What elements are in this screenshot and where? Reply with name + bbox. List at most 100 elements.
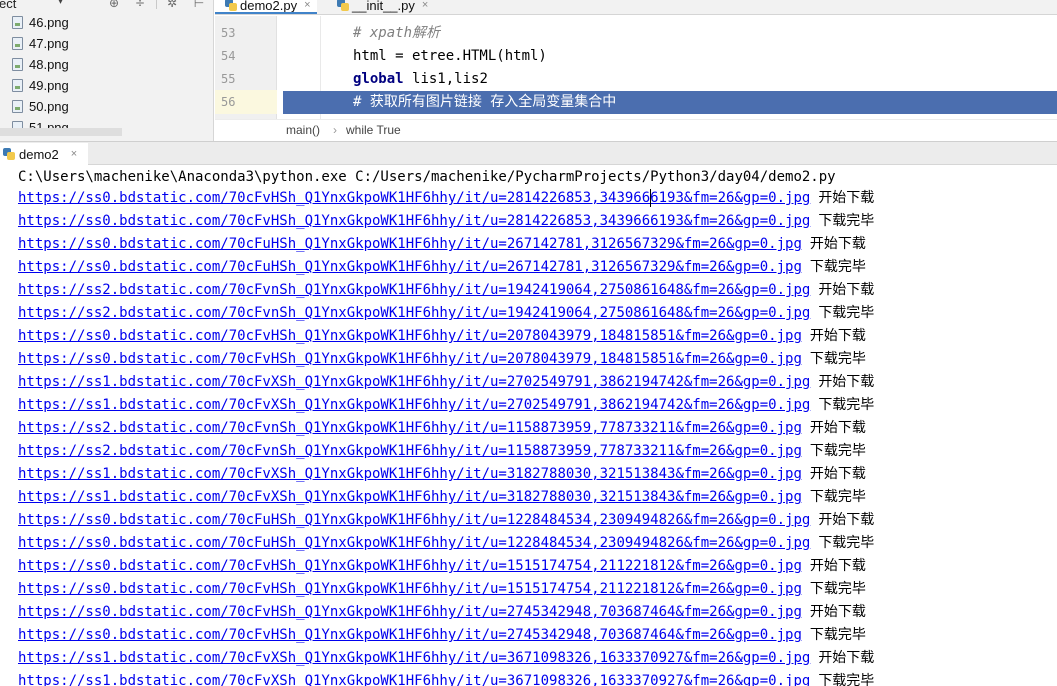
console-output-line: https://ss0.bdstatic.com/70cFvHSh_Q1YnxG… [18, 325, 866, 348]
console-output-line: https://ss1.bdstatic.com/70cFvXSh_Q1YnxG… [18, 371, 874, 394]
file-item[interactable]: 50.png [12, 96, 69, 116]
console-output-line: https://ss1.bdstatic.com/70cFvXSh_Q1YnxG… [18, 463, 866, 486]
locate-icon[interactable]: ⊕ [107, 0, 121, 10]
file-item[interactable]: 47.png [12, 33, 69, 53]
image-url-link[interactable]: https://ss0.bdstatic.com/70cFvHSh_Q1YnxG… [18, 328, 802, 344]
file-item[interactable]: 46.png [12, 12, 69, 32]
download-status: 开始下载 [818, 650, 875, 666]
download-status: 下载完毕 [809, 627, 866, 643]
image-file-icon [12, 57, 23, 71]
python-file-icon [225, 0, 237, 11]
image-url-link[interactable]: https://ss0.bdstatic.com/70cFvHSh_Q1YnxG… [18, 627, 802, 643]
file-name: 46.png [29, 14, 69, 30]
image-url-link[interactable]: https://ss2.bdstatic.com/70cFvnSh_Q1YnxG… [18, 420, 802, 436]
console-output-line: https://ss2.bdstatic.com/70cFvnSh_Q1YnxG… [18, 417, 866, 440]
line-number: 55 [221, 72, 236, 86]
image-file-icon [12, 78, 23, 92]
tab-demo2-py[interactable]: demo2.py × [215, 0, 317, 14]
image-url-link[interactable]: https://ss0.bdstatic.com/70cFuHSh_Q1YnxG… [18, 259, 802, 275]
download-status: 下载完毕 [809, 443, 866, 459]
console-output-line: https://ss2.bdstatic.com/70cFvnSh_Q1YnxG… [18, 440, 866, 463]
image-url-link[interactable]: https://ss1.bdstatic.com/70cFvXSh_Q1YnxG… [18, 650, 810, 666]
download-status: 开始下载 [809, 604, 866, 620]
file-name: 48.png [29, 56, 69, 72]
download-status: 开始下载 [809, 420, 866, 436]
image-url-link[interactable]: https://ss0.bdstatic.com/70cFvHSh_Q1YnxG… [18, 558, 802, 574]
console-output-line: https://ss2.bdstatic.com/70cFvnSh_Q1YnxG… [18, 279, 874, 302]
console-command-line: C:\Users\machenike\Anaconda3\python.exe … [18, 169, 836, 185]
image-url-link[interactable]: https://ss0.bdstatic.com/70cFuHSh_Q1YnxG… [18, 512, 810, 528]
file-item[interactable]: 49.png [12, 75, 69, 95]
console-output-line: https://ss0.bdstatic.com/70cFuHSh_Q1YnxG… [18, 256, 866, 279]
file-name: 50.png [29, 98, 69, 114]
download-status: 下载完毕 [818, 673, 875, 686]
download-status: 下载完毕 [809, 581, 866, 597]
image-url-link[interactable]: https://ss0.bdstatic.com/70cFvHSh_Q1YnxG… [18, 351, 802, 367]
console-output-line: https://ss0.bdstatic.com/70cFvHSh_Q1YnxG… [18, 187, 874, 210]
image-url-link[interactable]: https://ss2.bdstatic.com/70cFvnSh_Q1YnxG… [18, 305, 810, 321]
console-output[interactable]: C:\Users\machenike\Anaconda3\python.exe … [0, 165, 1057, 686]
image-url-link[interactable]: https://ss2.bdstatic.com/70cFvnSh_Q1YnxG… [18, 282, 810, 298]
download-status: 开始下载 [818, 282, 875, 298]
download-status: 下载完毕 [809, 351, 866, 367]
chevron-down-icon[interactable]: ▾ [58, 0, 63, 7]
console-output-line: https://ss0.bdstatic.com/70cFvHSh_Q1YnxG… [18, 348, 866, 371]
line-number: 53 [221, 26, 236, 40]
file-name: 47.png [29, 35, 69, 51]
console-output-line: https://ss0.bdstatic.com/70cFvHSh_Q1YnxG… [18, 210, 874, 233]
download-status: 下载完毕 [818, 397, 875, 413]
console-output-line: https://ss1.bdstatic.com/70cFvXSh_Q1YnxG… [18, 647, 874, 670]
image-url-link[interactable]: https://ss0.bdstatic.com/70cFuHSh_Q1YnxG… [18, 236, 802, 252]
file-name: 49.png [29, 77, 69, 93]
download-status: 开始下载 [818, 512, 875, 528]
image-url-link[interactable]: https://ss1.bdstatic.com/70cFvXSh_Q1YnxG… [18, 397, 810, 413]
python-file-icon [337, 0, 349, 11]
download-status: 开始下载 [809, 236, 866, 252]
text-caret [650, 189, 651, 207]
image-url-link[interactable]: https://ss0.bdstatic.com/70cFvHSh_Q1YnxG… [18, 213, 810, 229]
console-output-line: https://ss2.bdstatic.com/70cFvnSh_Q1YnxG… [18, 302, 874, 325]
image-url-link[interactable]: https://ss1.bdstatic.com/70cFvXSh_Q1YnxG… [18, 466, 802, 482]
image-url-link[interactable]: https://ss2.bdstatic.com/70cFvnSh_Q1YnxG… [18, 443, 802, 459]
download-status: 下载完毕 [809, 259, 866, 275]
code-line[interactable]: html = etree.HTML(html) [353, 45, 547, 68]
run-tab-demo2[interactable]: demo2 × [0, 143, 88, 165]
close-icon[interactable]: × [422, 0, 428, 11]
download-status: 开始下载 [809, 466, 866, 482]
console-output-line: https://ss1.bdstatic.com/70cFvXSh_Q1YnxG… [18, 394, 874, 417]
image-url-link[interactable]: https://ss0.bdstatic.com/70cFvHSh_Q1YnxG… [18, 190, 810, 206]
tab-init-py[interactable]: __init__.py × [327, 0, 434, 14]
console-output-line: https://ss0.bdstatic.com/70cFuHSh_Q1YnxG… [18, 532, 874, 555]
editor-tab-bar: demo2.py × __init__.py × [215, 0, 1057, 15]
image-url-link[interactable]: https://ss0.bdstatic.com/70cFuHSh_Q1YnxG… [18, 535, 810, 551]
run-tab-label: demo2 [19, 146, 59, 162]
code-line[interactable]: global lis1,lis2 [353, 68, 488, 91]
close-icon[interactable]: × [71, 148, 77, 160]
code-token: html = etree.HTML(html) [353, 48, 547, 64]
image-url-link[interactable]: https://ss0.bdstatic.com/70cFvHSh_Q1YnxG… [18, 581, 802, 597]
image-url-link[interactable]: https://ss1.bdstatic.com/70cFvXSh_Q1YnxG… [18, 374, 810, 390]
project-panel: ect ▾ ⊕ ÷ ✲ ⊢ 46.png 47.png 48.png 49.png 50… [0, 0, 214, 141]
project-panel-title[interactable]: ect [0, 0, 16, 11]
code-token: lis1,lis2 [412, 71, 488, 87]
code-line[interactable]: # xpath解析 [353, 22, 440, 45]
breadcrumb-item-while[interactable]: while True [346, 123, 401, 137]
image-url-link[interactable]: https://ss0.bdstatic.com/70cFvHSh_Q1YnxG… [18, 604, 802, 620]
file-item[interactable]: 48.png [12, 54, 69, 74]
collapse-icon[interactable]: ÷ [133, 0, 147, 10]
hide-panel-icon[interactable]: ⊢ [192, 0, 206, 10]
download-status: 开始下载 [818, 190, 875, 206]
image-file-icon [12, 36, 23, 50]
image-url-link[interactable]: https://ss1.bdstatic.com/70cFvXSh_Q1YnxG… [18, 489, 802, 505]
close-icon[interactable]: × [304, 0, 310, 11]
breadcrumb-item-main[interactable]: main() [286, 123, 320, 137]
download-status: 下载完毕 [818, 213, 875, 229]
image-url-link[interactable]: https://ss1.bdstatic.com/70cFvXSh_Q1YnxG… [18, 673, 810, 686]
gear-icon[interactable]: ✲ [165, 0, 179, 10]
code-line[interactable]: # 获取所有图片链接 存入全局变量集合中 [353, 91, 616, 114]
console-output-line: https://ss0.bdstatic.com/70cFuHSh_Q1YnxG… [18, 233, 866, 256]
horizontal-scrollbar[interactable] [0, 128, 122, 136]
download-status: 开始下载 [818, 374, 875, 390]
toolbar-divider [156, 0, 157, 9]
console-output-line: https://ss0.bdstatic.com/70cFvHSh_Q1YnxG… [18, 601, 866, 624]
